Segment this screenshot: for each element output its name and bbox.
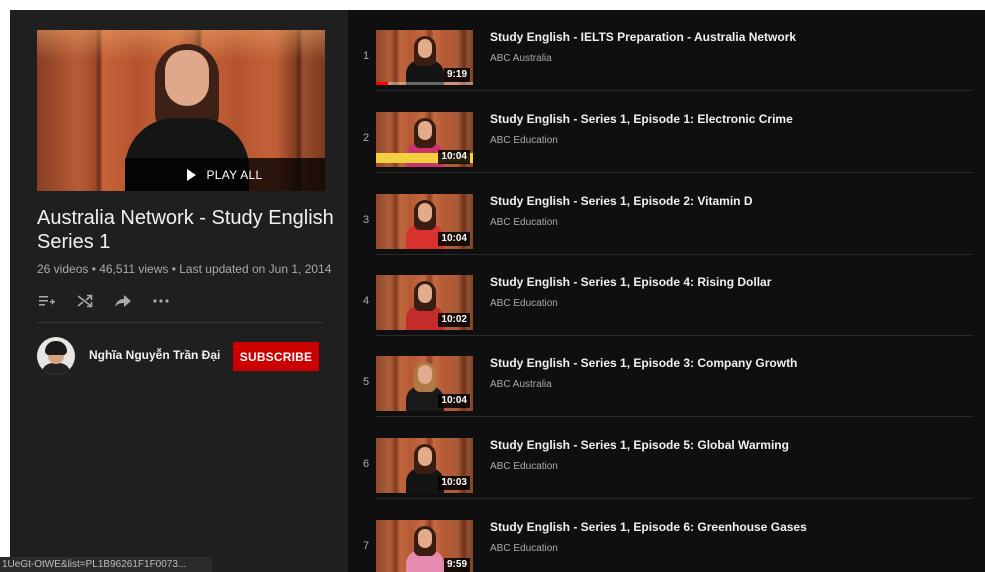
avatar-shirt bbox=[41, 363, 71, 375]
video-title[interactable]: Study English - Series 1, Episode 6: Gre… bbox=[490, 520, 970, 534]
playlist-page: PLAY ALL Australia Network - Study Engli… bbox=[10, 10, 985, 572]
video-duration: 10:03 bbox=[438, 476, 470, 490]
presenter-face bbox=[418, 447, 432, 466]
video-title[interactable]: Study English - Series 1, Episode 1: Ele… bbox=[490, 112, 970, 126]
add-to-queue-button[interactable] bbox=[37, 291, 57, 311]
playlist-owner: Nghĩa Nguyễn Trần Đại SUBSCRIBE bbox=[37, 337, 327, 375]
list-item[interactable]: 2 10:04 Study English - Series 1, Episod… bbox=[348, 92, 985, 173]
video-thumbnail[interactable]: 10:04 bbox=[376, 112, 473, 167]
video-index: 3 bbox=[362, 214, 370, 226]
list-item[interactable]: 4 10:02 Study English - Series 1, Episod… bbox=[348, 255, 985, 336]
video-duration: 9:59 bbox=[443, 558, 470, 572]
video-list: 1 9:19 Study English - IELTS Preparation… bbox=[348, 10, 985, 572]
row-divider bbox=[376, 90, 973, 91]
video-thumbnail[interactable]: 9:59 bbox=[376, 520, 473, 572]
video-duration: 10:04 bbox=[438, 232, 470, 246]
video-index: 6 bbox=[362, 458, 370, 470]
play-all-button[interactable]: PLAY ALL bbox=[125, 158, 325, 191]
more-actions-button[interactable] bbox=[151, 291, 171, 311]
video-duration: 10:02 bbox=[438, 313, 470, 327]
video-thumbnail[interactable]: 10:02 bbox=[376, 275, 473, 330]
video-channel[interactable]: ABC Education bbox=[490, 135, 558, 146]
watch-progress-track bbox=[376, 82, 473, 85]
presenter-face bbox=[418, 284, 432, 303]
video-duration: 10:04 bbox=[438, 150, 470, 164]
video-title[interactable]: Study English - Series 1, Episode 4: Ris… bbox=[490, 275, 970, 289]
video-index: 5 bbox=[362, 376, 370, 388]
presenter-face bbox=[418, 39, 432, 58]
video-thumbnail[interactable]: 10:03 bbox=[376, 438, 473, 493]
presenter-face bbox=[418, 203, 432, 222]
more-icon bbox=[153, 299, 169, 303]
video-thumbnail[interactable]: 10:04 bbox=[376, 356, 473, 411]
shuffle-button[interactable] bbox=[75, 291, 95, 311]
list-item[interactable]: 3 10:04 Study English - Series 1, Episod… bbox=[348, 174, 985, 255]
row-divider bbox=[376, 172, 973, 173]
presenter-face bbox=[165, 50, 209, 106]
list-item[interactable]: 5 10:04 Study English - Series 1, Episod… bbox=[348, 336, 985, 417]
owner-name[interactable]: Nghĩa Nguyễn Trần Đại bbox=[89, 348, 220, 362]
video-index: 2 bbox=[362, 132, 370, 144]
list-item[interactable]: 7 9:59 Study English - Series 1, Episode… bbox=[348, 500, 985, 572]
presenter-face bbox=[418, 529, 432, 548]
share-button[interactable] bbox=[113, 291, 133, 311]
play-icon bbox=[187, 168, 197, 181]
playlist-actions bbox=[37, 291, 189, 311]
share-icon bbox=[115, 295, 131, 307]
video-thumbnail[interactable]: 10:04 bbox=[376, 194, 473, 249]
playlist-thumbnail[interactable]: PLAY ALL bbox=[37, 30, 325, 191]
video-title[interactable]: Study English - Series 1, Episode 3: Com… bbox=[490, 356, 970, 370]
avatar-hair bbox=[45, 341, 67, 355]
video-index: 7 bbox=[362, 540, 370, 552]
video-index: 1 bbox=[362, 50, 370, 62]
video-channel[interactable]: ABC Education bbox=[490, 543, 558, 554]
video-index: 4 bbox=[362, 295, 370, 307]
video-channel[interactable]: ABC Education bbox=[490, 298, 558, 309]
subscribe-button[interactable]: SUBSCRIBE bbox=[233, 342, 319, 371]
video-channel[interactable]: ABC Education bbox=[490, 217, 558, 228]
video-title[interactable]: Study English - Series 1, Episode 2: Vit… bbox=[490, 194, 970, 208]
playlist-title[interactable]: Australia Network - Study English Series… bbox=[37, 206, 337, 254]
row-divider bbox=[376, 498, 973, 499]
playlist-sidebar: PLAY ALL Australia Network - Study Engli… bbox=[10, 10, 348, 572]
video-channel[interactable]: ABC Australia bbox=[490, 53, 552, 64]
presenter-face bbox=[418, 121, 432, 140]
list-item[interactable]: 1 9:19 Study English - IELTS Preparation… bbox=[348, 10, 985, 91]
video-duration: 9:19 bbox=[443, 68, 470, 82]
video-channel[interactable]: ABC Australia bbox=[490, 379, 552, 390]
list-item[interactable]: 6 10:03 Study English - Series 1, Episod… bbox=[348, 418, 985, 499]
playlist-stats: 26 videos • 46,511 views • Last updated … bbox=[37, 262, 332, 276]
status-url: 1UeGt-OtWE&list=PL1B96261F1F0073... bbox=[0, 557, 212, 572]
sidebar-divider bbox=[37, 322, 323, 323]
play-all-label: PLAY ALL bbox=[206, 167, 263, 182]
add-to-queue-icon bbox=[39, 296, 55, 306]
video-channel[interactable]: ABC Education bbox=[490, 461, 558, 472]
video-title[interactable]: Study English - Series 1, Episode 5: Glo… bbox=[490, 438, 970, 452]
video-duration: 10:04 bbox=[438, 394, 470, 408]
avatar[interactable] bbox=[37, 337, 75, 375]
row-divider bbox=[376, 416, 973, 417]
video-thumbnail[interactable]: 9:19 bbox=[376, 30, 473, 85]
video-title[interactable]: Study English - IELTS Preparation - Aust… bbox=[490, 30, 970, 44]
watch-progress-bar bbox=[376, 82, 388, 85]
shuffle-icon bbox=[77, 294, 93, 308]
presenter-face bbox=[418, 365, 432, 384]
